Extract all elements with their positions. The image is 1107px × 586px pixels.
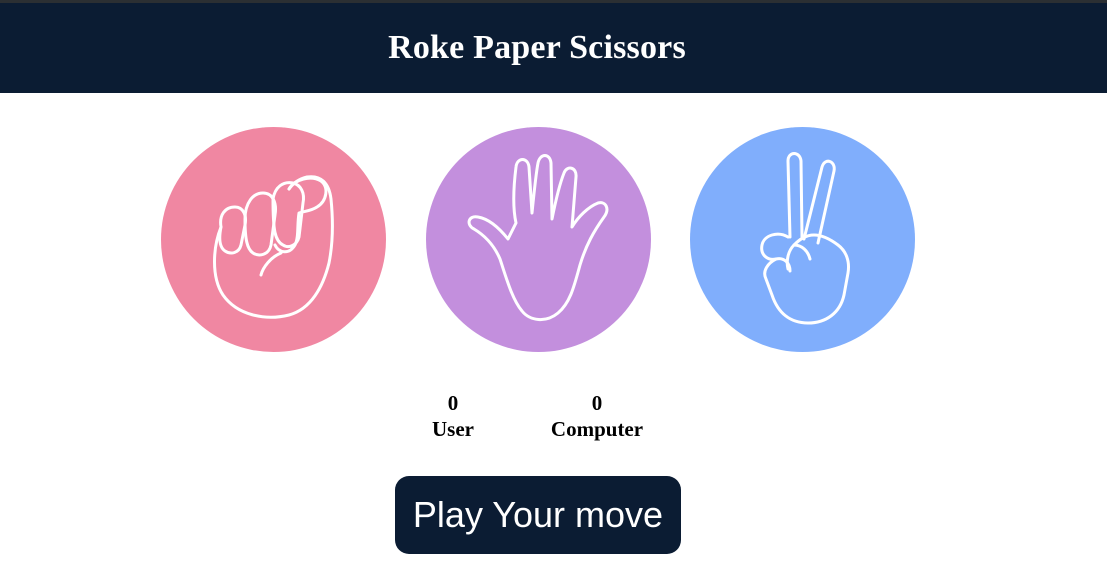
open-hand-icon: [467, 154, 609, 321]
user-score-label: User: [432, 417, 474, 441]
computer-score: 0 Computer: [527, 390, 667, 442]
computer-score-label: Computer: [550, 417, 644, 441]
user-score-value: 0: [447, 391, 459, 415]
status-message-text: Play Your move: [412, 494, 664, 535]
choice-rock[interactable]: [161, 127, 386, 352]
header-bar: Roke Paper Scissors: [0, 3, 1107, 93]
choice-scissors[interactable]: [690, 127, 915, 352]
status-message-box: Play Your move: [395, 476, 681, 554]
user-score: 0 User: [403, 390, 503, 442]
computer-score-value: 0: [591, 391, 603, 415]
choice-paper[interactable]: [426, 127, 651, 352]
fist-icon: [213, 175, 334, 319]
page-title: Roke Paper Scissors: [388, 29, 686, 66]
peace-hand-icon: [760, 152, 850, 325]
